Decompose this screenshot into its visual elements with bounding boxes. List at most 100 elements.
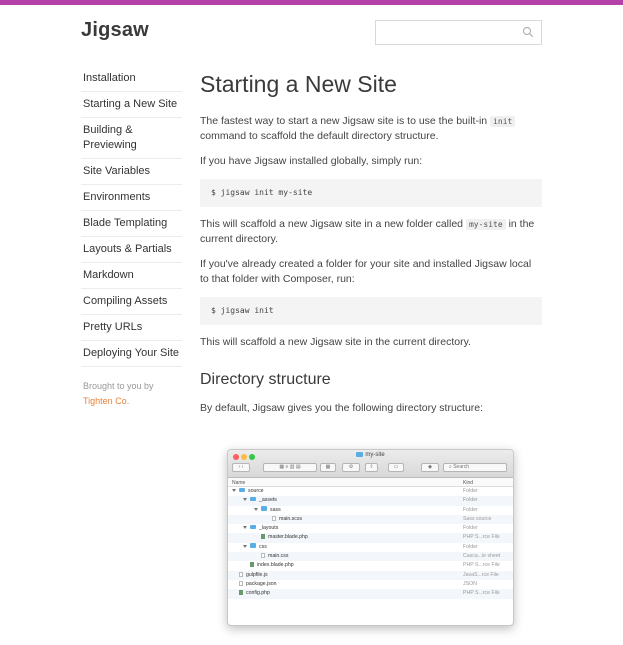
finder-title-text: my-site [365, 452, 385, 458]
view-mode-icon: ▦ ≡ ▥ ▤ [263, 463, 317, 472]
sidebar-item-deploying-your-site[interactable]: Deploying Your Site [81, 341, 182, 367]
finder-row: gulpfile.js JavaS...rce File [228, 570, 513, 580]
finder-row-kind: JavaS...rce File [463, 571, 499, 578]
php-file-icon [261, 534, 265, 540]
code-block-init-my-site: $ jigsaw init my-site [200, 179, 542, 207]
finder-row-kind: Folder [463, 488, 478, 494]
finder-row-label: gulpfile.js [246, 571, 268, 578]
finder-row-name: main.css [254, 552, 288, 561]
sidebar-item-markdown[interactable]: Markdown [81, 263, 182, 289]
php-file-icon [250, 562, 254, 568]
finder-row-kind: Folder [463, 497, 478, 504]
finder-row: source Folder [228, 487, 513, 496]
global-install-paragraph: If you have Jigsaw installed globally, s… [200, 155, 423, 167]
folder-icon [261, 506, 267, 511]
finder-row-name: source [232, 487, 264, 496]
finder-row: sass Folder [228, 506, 513, 515]
finder-row-kind: Casca...le sheet [463, 553, 501, 560]
finder-search-label: Search [453, 464, 470, 470]
sidebar-item-building-previewing[interactable]: Building & Previewing [81, 118, 182, 159]
finder-row-kind: PHP S...rce File [463, 590, 500, 597]
back-forward-icon: ‹ › [232, 463, 250, 472]
finder-row-label: index.blade.php [257, 562, 294, 569]
finder-row-name: sass [254, 506, 281, 515]
finder-row: css Folder [228, 543, 513, 552]
disclosure-triangle-icon [243, 526, 247, 530]
finder-row-kind: PHP S...rce File [463, 534, 500, 541]
finder-row: main.css Casca...le sheet [228, 552, 513, 562]
php-file-icon [239, 590, 243, 596]
scaffold-current-paragraph: This will scaffold a new Jigsaw site in … [200, 336, 471, 348]
finder-file-list: source Folder _assets Folder sass Folder main.… [228, 487, 513, 599]
finder-row-name: gulpfile.js [232, 571, 268, 580]
finder-row: master.blade.php PHP S...rce File [228, 533, 513, 543]
site-logo[interactable]: Jigsaw [81, 19, 149, 42]
sidebar-item-environments[interactable]: Environments [81, 185, 182, 211]
finder-row: config.php PHP S...rce File [228, 589, 513, 599]
scaffold-folder-paragraph: This will scaffold a new Jigsaw site in … [200, 217, 542, 247]
column-name-label: Name [232, 480, 246, 486]
disclosure-triangle-icon [232, 489, 236, 492]
finder-row-label: main.css [268, 553, 289, 560]
tag-icon: ▭ [388, 463, 404, 472]
dropbox-icon: ◆ [421, 463, 439, 472]
sidebar-item-layouts-partials[interactable]: Layouts & Partials [81, 237, 182, 263]
disclosure-triangle-icon [243, 498, 247, 502]
finder-row-label: package.json [246, 580, 277, 587]
finder-row-kind: JSON [463, 580, 477, 587]
document-icon [239, 580, 243, 586]
credits-link[interactable]: Tighten Co. [83, 396, 129, 406]
finder-title: my-site [228, 452, 513, 458]
finder-row-kind: Sass source [463, 515, 492, 522]
finder-row: _layouts Folder [228, 524, 513, 533]
finder-row-label: css [259, 543, 267, 550]
code-block-init: $ jigsaw init [200, 297, 542, 325]
finder-row-label: master.blade.php [268, 534, 308, 541]
finder-row-kind: Folder [463, 525, 478, 532]
intro-text-a: The fastest way to start a new Jigsaw si… [200, 115, 491, 127]
sidebar-item-starting-a-new-site[interactable]: Starting a New Site [81, 92, 182, 118]
finder-row-name: main.scss [265, 515, 302, 524]
document-icon [261, 553, 265, 559]
finder-row-kind: Folder [463, 506, 478, 513]
sidebar-item-pretty-urls[interactable]: Pretty URLs [81, 315, 182, 341]
finder-row-name: package.json [232, 580, 277, 589]
document-icon [272, 515, 276, 521]
search-icon [522, 26, 534, 38]
folder-icon [239, 487, 245, 492]
share-icon: ⇧ [365, 463, 378, 472]
finder-row: _assets Folder [228, 496, 513, 506]
folder-icon [356, 452, 364, 457]
scaffold-text-a: This will scaffold a new Jigsaw site in … [200, 218, 466, 230]
finder-titlebar: my-site ‹ › ▦ ≡ ▥ ▤ ▦ ⚙ ⇧ ▭ ◆ ⌕ Search [228, 450, 513, 478]
page-title: Starting a New Site [200, 71, 397, 97]
document-icon [239, 571, 243, 577]
credits-label: Brought to you by [83, 381, 154, 391]
inline-code-init: init [490, 116, 516, 127]
finder-row-name: index.blade.php [243, 561, 294, 570]
action-gear-icon: ⚙ [342, 463, 360, 472]
finder-row: index.blade.php PHP S...rce File [228, 561, 513, 570]
folder-icon [250, 496, 256, 502]
sidebar-item-blade-templating[interactable]: Blade Templating [81, 211, 182, 237]
sidebar-item-site-variables[interactable]: Site Variables [81, 159, 182, 185]
arrange-icon: ▦ [320, 463, 336, 472]
finder-row-name: css [243, 543, 267, 552]
finder-row-name: master.blade.php [254, 533, 308, 542]
finder-row-label: _layouts [259, 525, 279, 532]
search-input[interactable] [375, 20, 542, 45]
disclosure-triangle-icon [243, 544, 247, 548]
inline-code-my-site: my-site [465, 219, 506, 230]
sidebar-nav: Installation Starting a New Site Buildin… [81, 67, 182, 409]
top-accent-bar [0, 0, 623, 5]
main-content: Starting a New Site The fastest way to s… [200, 70, 542, 426]
disclosure-triangle-icon [254, 507, 258, 511]
finder-row-kind: PHP S...rce File [463, 562, 500, 569]
sidebar-item-installation[interactable]: Installation [81, 67, 182, 92]
sidebar-item-compiling-assets[interactable]: Compiling Assets [81, 289, 182, 315]
finder-row: package.json JSON [228, 580, 513, 589]
finder-row-label: main.scss [279, 515, 303, 522]
finder-row-kind: Folder [463, 543, 478, 550]
composer-paragraph: If you've already created a folder for y… [200, 258, 532, 285]
folder-icon [250, 543, 256, 548]
